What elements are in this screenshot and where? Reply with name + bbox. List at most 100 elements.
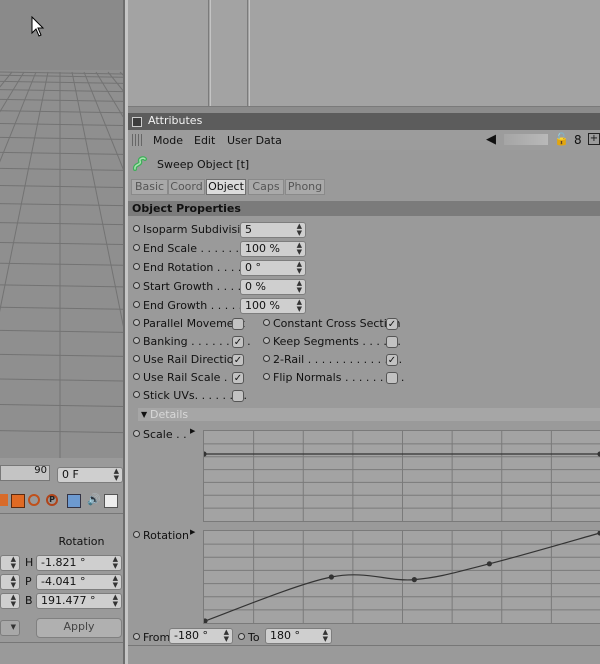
checkbox-checked[interactable]: ✓ bbox=[232, 336, 244, 348]
spline-knot[interactable] bbox=[202, 618, 208, 624]
expand-arrow-icon[interactable]: ▶ bbox=[190, 427, 195, 435]
link-icon[interactable]: 8 bbox=[574, 133, 582, 147]
animation-dot-icon[interactable] bbox=[133, 337, 140, 344]
stepper-arrows-icon[interactable]: ▲ ▼ bbox=[297, 242, 302, 256]
property-value-field[interactable]: 5 ▲ ▼ bbox=[240, 222, 306, 238]
navigation-history-icon[interactable] bbox=[504, 134, 548, 145]
tab-caps[interactable]: Caps bbox=[248, 179, 284, 195]
property-value-field[interactable]: 100 % ▲ ▼ bbox=[240, 241, 306, 257]
coord-field-left[interactable]: ▲ ▼ bbox=[0, 574, 20, 590]
animation-dot-icon[interactable] bbox=[133, 373, 140, 380]
stepper-arrows-icon[interactable]: ▲ ▼ bbox=[297, 299, 302, 313]
grid-line bbox=[0, 203, 123, 207]
checkbox-unchecked[interactable] bbox=[232, 318, 244, 330]
stepper-arrows-icon[interactable]: ▲ ▼ bbox=[114, 468, 119, 482]
parameter-icon[interactable]: P bbox=[46, 494, 58, 506]
rotation-value-field[interactable]: -4.041 ° ▲ ▼ bbox=[36, 574, 122, 590]
animation-dot-icon[interactable] bbox=[133, 225, 140, 232]
from-field[interactable]: -180 ° ▲ ▼ bbox=[169, 628, 233, 644]
spline-knot[interactable] bbox=[201, 451, 207, 457]
tab-object[interactable]: Object bbox=[206, 179, 246, 195]
checkbox-unchecked[interactable] bbox=[386, 336, 398, 348]
object-manager-area[interactable] bbox=[128, 0, 600, 107]
tab-phong[interactable]: Phong bbox=[285, 179, 325, 195]
stepper-arrows-icon[interactable]: ▲ ▼ bbox=[297, 223, 302, 237]
spline-knot[interactable] bbox=[328, 574, 334, 580]
animation-dot-icon[interactable] bbox=[133, 355, 140, 362]
checkbox-unchecked[interactable] bbox=[232, 390, 244, 402]
property-value-field[interactable]: 0 % ▲ ▼ bbox=[240, 279, 306, 295]
stepper-arrows-icon[interactable]: ▲ ▼ bbox=[113, 575, 118, 589]
animation-dot-icon[interactable] bbox=[238, 633, 245, 640]
menu-edit[interactable]: Edit bbox=[194, 134, 215, 147]
checkbox-checked[interactable]: ✓ bbox=[232, 354, 244, 366]
stepper-arrows-icon[interactable]: ▲ ▼ bbox=[113, 556, 118, 570]
coord-field-left[interactable]: ▲ ▼ bbox=[0, 593, 20, 609]
grip-icon[interactable] bbox=[132, 134, 144, 146]
attributes-panel-header[interactable]: Attributes bbox=[128, 113, 600, 130]
animation-dot-icon[interactable] bbox=[263, 319, 270, 326]
coordinate-system-dropdown[interactable]: ▼ bbox=[0, 620, 20, 636]
keyframe-icon[interactable] bbox=[11, 494, 25, 508]
spline-knot[interactable] bbox=[411, 577, 417, 583]
scale-spline[interactable] bbox=[201, 431, 600, 521]
stepper-arrows-icon[interactable]: ▲ ▼ bbox=[11, 594, 16, 608]
checkbox-checked[interactable]: ✓ bbox=[232, 372, 244, 384]
menu-mode[interactable]: Mode bbox=[153, 134, 183, 147]
menu-user-data[interactable]: User Data bbox=[227, 134, 282, 147]
animation-dot-icon[interactable] bbox=[263, 373, 270, 380]
stepper-arrows-icon[interactable]: ▲ ▼ bbox=[11, 575, 16, 589]
animation-dot-icon[interactable] bbox=[263, 337, 270, 344]
to-field[interactable]: 180 ° ▲ ▼ bbox=[265, 628, 332, 644]
document-icon[interactable] bbox=[104, 494, 118, 508]
details-group[interactable]: ▼ Details bbox=[138, 408, 600, 421]
record-icon[interactable] bbox=[0, 494, 8, 506]
stepper-arrows-icon[interactable]: ▲ ▼ bbox=[113, 594, 118, 608]
checkbox-checked[interactable]: ✓ bbox=[386, 354, 398, 366]
animation-dot-icon[interactable] bbox=[133, 244, 140, 251]
lock-icon[interactable]: 🔓 bbox=[554, 132, 569, 146]
stepper-arrows-icon[interactable]: ▲ ▼ bbox=[297, 261, 302, 275]
sweep-object-icon bbox=[132, 156, 148, 172]
autokey-icon[interactable] bbox=[28, 494, 40, 506]
animation-dot-icon[interactable] bbox=[133, 633, 140, 640]
spline-knot[interactable] bbox=[486, 561, 492, 567]
speaker-icon[interactable]: 🔊 bbox=[87, 494, 101, 506]
back-arrow-icon[interactable]: ◀ bbox=[486, 132, 496, 147]
scale-spline-graph[interactable] bbox=[201, 430, 600, 522]
stepper-arrows-icon[interactable]: ▲ ▼ bbox=[224, 629, 229, 643]
animation-dot-icon[interactable] bbox=[133, 301, 140, 308]
frame-value: 0 F bbox=[62, 468, 79, 481]
stepper-arrows-icon[interactable]: ▲ ▼ bbox=[297, 280, 302, 294]
rotation-spline-graph[interactable] bbox=[202, 530, 600, 624]
expand-arrow-icon[interactable]: ▶ bbox=[190, 528, 195, 536]
animation-dot-icon[interactable] bbox=[133, 430, 140, 437]
coord-field-left[interactable]: ▲ ▼ bbox=[0, 555, 20, 571]
apply-button[interactable]: Apply bbox=[36, 618, 122, 638]
property-value-field[interactable]: 0 ° ▲ ▼ bbox=[240, 260, 306, 276]
current-frame-field[interactable]: 0 F ▲ ▼ bbox=[57, 467, 123, 483]
grid-icon[interactable] bbox=[67, 494, 81, 508]
animation-dot-icon[interactable] bbox=[133, 282, 140, 289]
property-value-field[interactable]: 100 % ▲ ▼ bbox=[240, 298, 306, 314]
rotation-value-field[interactable]: -1.821 ° ▲ ▼ bbox=[36, 555, 122, 571]
animation-dot-icon[interactable] bbox=[133, 391, 140, 398]
stepper-arrows-icon[interactable]: ▲ ▼ bbox=[11, 556, 16, 570]
animation-dot-icon[interactable] bbox=[133, 531, 140, 538]
animation-dot-icon[interactable] bbox=[263, 355, 270, 362]
rotation-value-field[interactable]: 191.477 ° ▲ ▼ bbox=[36, 593, 122, 609]
tab-basic[interactable]: Basic bbox=[131, 179, 168, 195]
grid-line bbox=[0, 167, 123, 171]
new-panel-icon[interactable]: + bbox=[588, 133, 600, 145]
timeline-ruler[interactable]: 90 bbox=[0, 465, 50, 481]
animation-dot-icon[interactable] bbox=[133, 319, 140, 326]
field-label: Start Growth . . . . . . bbox=[133, 280, 255, 293]
checkbox-unchecked[interactable] bbox=[386, 372, 398, 384]
rotation-spline[interactable] bbox=[202, 530, 600, 624]
animation-dot-icon[interactable] bbox=[133, 263, 140, 270]
panel-menu-icon[interactable] bbox=[132, 117, 142, 127]
3d-viewport[interactable] bbox=[0, 0, 123, 458]
checkbox-checked[interactable]: ✓ bbox=[386, 318, 398, 330]
stepper-arrows-icon[interactable]: ▲ ▼ bbox=[323, 629, 328, 643]
tab-coord[interactable]: Coord bbox=[168, 179, 205, 195]
